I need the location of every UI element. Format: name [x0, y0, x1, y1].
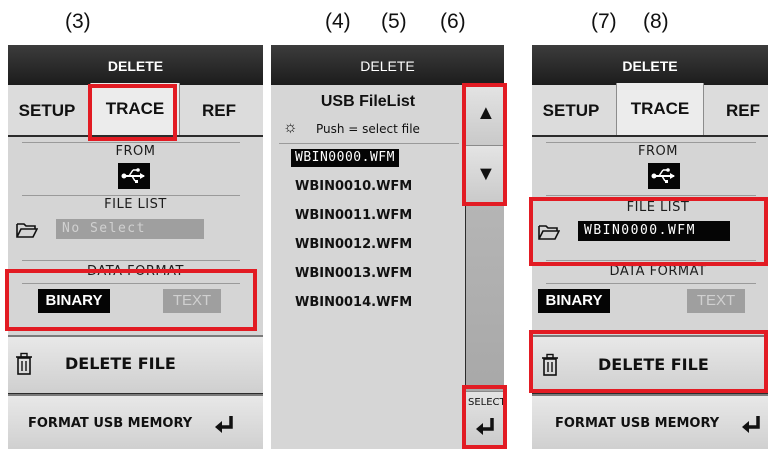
file-list-panel: DELETE USB FileList ☼ Push = select file… — [271, 45, 504, 449]
folder-icon[interactable] — [16, 221, 38, 238]
format-binary-button[interactable]: BINARY — [38, 289, 110, 313]
file-item[interactable]: WBIN0011.WFM — [291, 207, 416, 225]
usb-source-button[interactable] — [118, 163, 150, 189]
trash-icon — [542, 353, 558, 376]
enter-icon — [742, 416, 760, 433]
data-format-label: DATA FORMAT — [87, 264, 184, 279]
file-list-title: USB FileList — [320, 93, 416, 110]
delete-panel-left: DELETE SETUP TRACE REF FROM FILE LIST No… — [8, 45, 263, 449]
from-label: FROM — [638, 144, 678, 159]
delete-file-label: DELETE FILE — [598, 355, 709, 374]
from-label: FROM — [115, 144, 156, 159]
usb-source-button[interactable] — [648, 163, 680, 189]
usb-icon — [121, 168, 145, 183]
usb-file-list: USB FileList ☼ Push = select file WBIN00… — [271, 85, 465, 449]
select-button[interactable]: SELECT — [466, 392, 504, 449]
figure-label-3: (3) — [65, 10, 91, 33]
file-list-label: FILE LIST — [104, 197, 167, 212]
select-hint: Push = select file — [316, 122, 420, 136]
figure-label-5: (5) — [381, 10, 407, 33]
file-item[interactable]: WBIN0012.WFM — [291, 236, 416, 254]
delete-panel-right: DELETE SETUP TRACE REF FROM FILE LIST WB… — [532, 45, 768, 449]
scroll-column: ▲ ▼ SELECT — [466, 85, 504, 449]
sun-icon: ☼ — [283, 119, 298, 136]
file-item[interactable]: WBIN0000.WFM — [291, 149, 399, 167]
scroll-down-button[interactable]: ▼ — [466, 146, 504, 205]
tab-ref[interactable]: REF — [704, 85, 768, 135]
format-text-button[interactable]: TEXT — [687, 289, 745, 313]
tab-trace[interactable]: TRACE — [616, 83, 704, 135]
format-text-button[interactable]: TEXT — [163, 289, 221, 313]
down-arrow-icon: ▼ — [476, 163, 496, 185]
format-binary-button[interactable]: BINARY — [538, 289, 610, 313]
format-usb-label: FORMAT USB MEMORY — [555, 416, 720, 431]
scroll-up-button[interactable]: ▲ — [466, 85, 504, 146]
usb-icon — [651, 168, 675, 183]
delete-file-button[interactable]: DELETE FILE — [532, 335, 768, 393]
trash-icon — [16, 352, 32, 375]
figure-label-8: (8) — [643, 10, 669, 33]
select-label: SELECT — [468, 397, 504, 408]
panel-title: DELETE — [532, 45, 768, 85]
format-usb-label: FORMAT USB MEMORY — [28, 416, 193, 431]
file-select-field[interactable]: No Select — [56, 219, 204, 239]
tab-bar: SETUP TRACE REF — [532, 83, 768, 135]
format-usb-button[interactable]: FORMAT USB MEMORY — [532, 394, 768, 449]
up-arrow-icon: ▲ — [476, 102, 496, 124]
format-usb-button[interactable]: FORMAT USB MEMORY — [8, 394, 263, 449]
tab-setup[interactable]: SETUP — [8, 85, 86, 135]
delete-file-label: DELETE FILE — [65, 354, 176, 373]
figure-label-4: (4) — [325, 10, 351, 33]
panel-title: DELETE — [8, 45, 263, 85]
file-item[interactable]: WBIN0013.WFM — [291, 265, 416, 283]
panel-title: DELETE — [271, 45, 504, 85]
file-item[interactable]: WBIN0010.WFM — [291, 178, 416, 196]
tab-setup[interactable]: SETUP — [532, 85, 610, 135]
delete-file-button[interactable]: DELETE FILE — [8, 335, 263, 393]
enter-icon — [215, 416, 233, 433]
scroll-track — [466, 205, 504, 392]
file-list-label: FILE LIST — [626, 200, 690, 215]
figure-label-6: (6) — [440, 10, 466, 33]
tab-bar: SETUP TRACE REF — [8, 83, 263, 135]
file-select-field[interactable]: WBIN0000.WFM — [578, 221, 730, 241]
figure-label-7: (7) — [591, 10, 617, 33]
tab-trace[interactable]: TRACE — [90, 83, 180, 135]
enter-icon — [476, 418, 494, 435]
folder-icon[interactable] — [538, 223, 560, 240]
tab-ref[interactable]: REF — [180, 85, 258, 135]
file-item[interactable]: WBIN0014.WFM — [291, 294, 416, 312]
data-format-label: DATA FORMAT — [609, 264, 707, 279]
